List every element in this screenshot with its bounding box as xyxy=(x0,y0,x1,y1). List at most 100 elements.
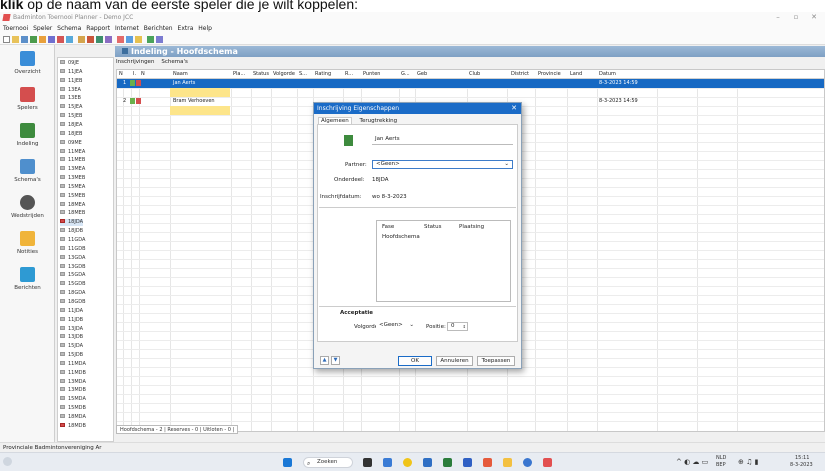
app-logo-icon[interactable] xyxy=(543,458,552,467)
tree-item[interactable]: 11JDB xyxy=(60,316,83,324)
app-icon[interactable] xyxy=(463,458,472,467)
tree-item[interactable]: 11JEB xyxy=(60,77,82,85)
tool-icon[interactable] xyxy=(126,36,133,43)
volgorde-dropdown[interactable]: <Geen> ⌄ xyxy=(376,322,416,331)
tree-item[interactable]: 18MDA xyxy=(60,414,86,421)
col-header[interactable]: Provincie xyxy=(538,71,561,77)
minimize-icon[interactable]: – xyxy=(771,13,785,21)
partner-slot[interactable] xyxy=(170,106,230,115)
col-header[interactable]: N xyxy=(141,71,145,77)
tree-item[interactable]: 13MEB xyxy=(60,175,85,182)
bottom-tabs[interactable]: Hoofdschema - 2 | Reserves - 0 | Uitlote… xyxy=(116,425,239,434)
sidebar-item-spelers[interactable]: Spelers xyxy=(0,87,55,123)
tree-item[interactable]: 09JE xyxy=(60,60,79,67)
col-header[interactable]: N xyxy=(119,71,123,77)
col-header[interactable]: Geb xyxy=(417,71,427,77)
tree-item[interactable]: 13MDB xyxy=(60,387,86,394)
sidebar-item-overzicht[interactable]: Overzicht xyxy=(0,51,55,87)
sidebar-item-indeling[interactable]: Indeling xyxy=(0,123,55,159)
tree-item[interactable]: 13JDB xyxy=(60,334,83,341)
tree-item[interactable]: 15MDB xyxy=(60,405,86,412)
col-header[interactable]: Naam xyxy=(173,71,188,77)
new-file-icon[interactable] xyxy=(3,36,10,43)
tree-item[interactable]: 11GDA xyxy=(60,237,85,244)
taskbar-search[interactable]: ⌕ Zoeken xyxy=(303,457,353,468)
sidebar-item-wedstrijden[interactable]: Wedstrijden xyxy=(0,195,55,231)
tree-item[interactable]: 11MDB xyxy=(60,369,86,377)
tree-item[interactable]: 18MEB xyxy=(60,210,85,217)
tree-item[interactable]: 13GDA xyxy=(60,254,85,262)
tree-item[interactable]: 18JDA xyxy=(60,219,84,227)
tree-item[interactable]: 18GDA xyxy=(60,290,85,297)
tab-algemeen[interactable]: Algemeen xyxy=(318,117,352,124)
tree-item[interactable]: 11MDA xyxy=(60,360,86,368)
language-bottom[interactable]: BEP xyxy=(716,462,726,468)
apply-button[interactable]: Toepassen xyxy=(477,356,515,366)
tab-inschrijvingen[interactable]: Inschrijvingen xyxy=(116,59,154,65)
player-name[interactable]: Bram Verhoeven xyxy=(173,98,215,104)
file-explorer-icon[interactable] xyxy=(503,458,512,467)
tree-item[interactable]: 09ME xyxy=(60,139,82,147)
tool-icon[interactable] xyxy=(48,36,55,43)
col-header[interactable]: Land xyxy=(570,71,582,77)
tree-item[interactable]: 18GDB xyxy=(60,298,86,306)
previous-button[interactable]: ▲ xyxy=(320,356,329,365)
tree-item[interactable]: 18MDB xyxy=(60,422,86,430)
tree-item[interactable]: 13JDA xyxy=(60,325,83,333)
tray-icons[interactable]: ^ ◐ ☁ ▭ xyxy=(676,458,708,466)
network-sound-icons[interactable]: ⊕ ♫ ▮ xyxy=(738,458,758,466)
ok-button[interactable]: OK xyxy=(398,356,432,366)
tree-item[interactable]: 15JEB xyxy=(60,113,82,120)
menu-speler[interactable]: Speler xyxy=(33,23,52,34)
tool-icon[interactable] xyxy=(30,36,37,43)
tree-item[interactable]: 15GDB xyxy=(60,281,86,288)
col-header[interactable]: Status xyxy=(253,71,269,77)
tool-icon[interactable] xyxy=(39,36,46,43)
tree-item[interactable]: 13MEA xyxy=(60,166,85,173)
start-icon[interactable] xyxy=(283,458,292,467)
tool-icon[interactable] xyxy=(147,36,154,43)
tree-item[interactable]: 11JEA xyxy=(60,68,82,76)
tool-icon[interactable] xyxy=(21,36,28,43)
tab-schemas[interactable]: Schema's xyxy=(161,59,188,65)
tree-item[interactable]: 18JEB xyxy=(60,130,82,138)
spinner-icon[interactable]: ⇕ xyxy=(463,323,466,330)
dialog-close-icon[interactable]: ✕ xyxy=(511,103,517,114)
tree-item[interactable]: 11JDA xyxy=(60,307,83,315)
tool-icon[interactable] xyxy=(117,36,124,43)
tool-icon[interactable] xyxy=(156,36,163,43)
tree-item[interactable]: 15MDA xyxy=(60,396,86,403)
sidebar-item-notities[interactable]: Notities xyxy=(0,231,55,267)
tool-icon[interactable] xyxy=(96,36,103,43)
tool-icon[interactable] xyxy=(57,36,64,43)
col-header[interactable]: Pla... xyxy=(233,71,245,77)
tree-item[interactable]: 11MEB xyxy=(60,157,85,164)
tool-icon[interactable] xyxy=(78,36,85,43)
tree-item[interactable]: 15MEA xyxy=(60,183,85,191)
task-view-icon[interactable] xyxy=(363,458,372,467)
positie-stepper[interactable]: 0 ⇕ xyxy=(447,322,468,331)
menu-rapport[interactable]: Rapport xyxy=(86,23,110,34)
tool-icon[interactable] xyxy=(66,36,73,43)
player-name-field[interactable]: Jan Aerts xyxy=(372,136,513,145)
col-header[interactable]: R... xyxy=(345,71,353,77)
phase-row[interactable]: Hoofdschema xyxy=(382,234,420,240)
tree-item[interactable]: 18MEA xyxy=(60,201,85,209)
col-header[interactable]: S... xyxy=(299,71,307,77)
sidebar-item-schemas[interactable]: Schema's xyxy=(0,159,55,195)
menu-extra[interactable]: Extra xyxy=(178,23,194,34)
player-name[interactable]: Jan Aerts xyxy=(173,80,195,86)
language-top[interactable]: NLD xyxy=(716,455,726,461)
tree-item[interactable]: 13MDA xyxy=(60,378,86,386)
chat-icon[interactable] xyxy=(383,458,392,467)
tool-icon[interactable] xyxy=(105,36,112,43)
tree-item[interactable]: 15GDA xyxy=(60,272,85,279)
tree-item[interactable]: 11GDB xyxy=(60,245,86,253)
menu-toernooi[interactable]: Toernooi xyxy=(3,23,28,34)
partner-slot[interactable] xyxy=(170,88,230,97)
maximize-icon[interactable]: ▫ xyxy=(789,13,803,21)
col-header[interactable]: Volgorde xyxy=(273,71,295,77)
app-icon[interactable] xyxy=(423,458,432,467)
open-folder-icon[interactable] xyxy=(12,36,19,43)
close-window-icon[interactable]: ✕ xyxy=(807,13,821,21)
